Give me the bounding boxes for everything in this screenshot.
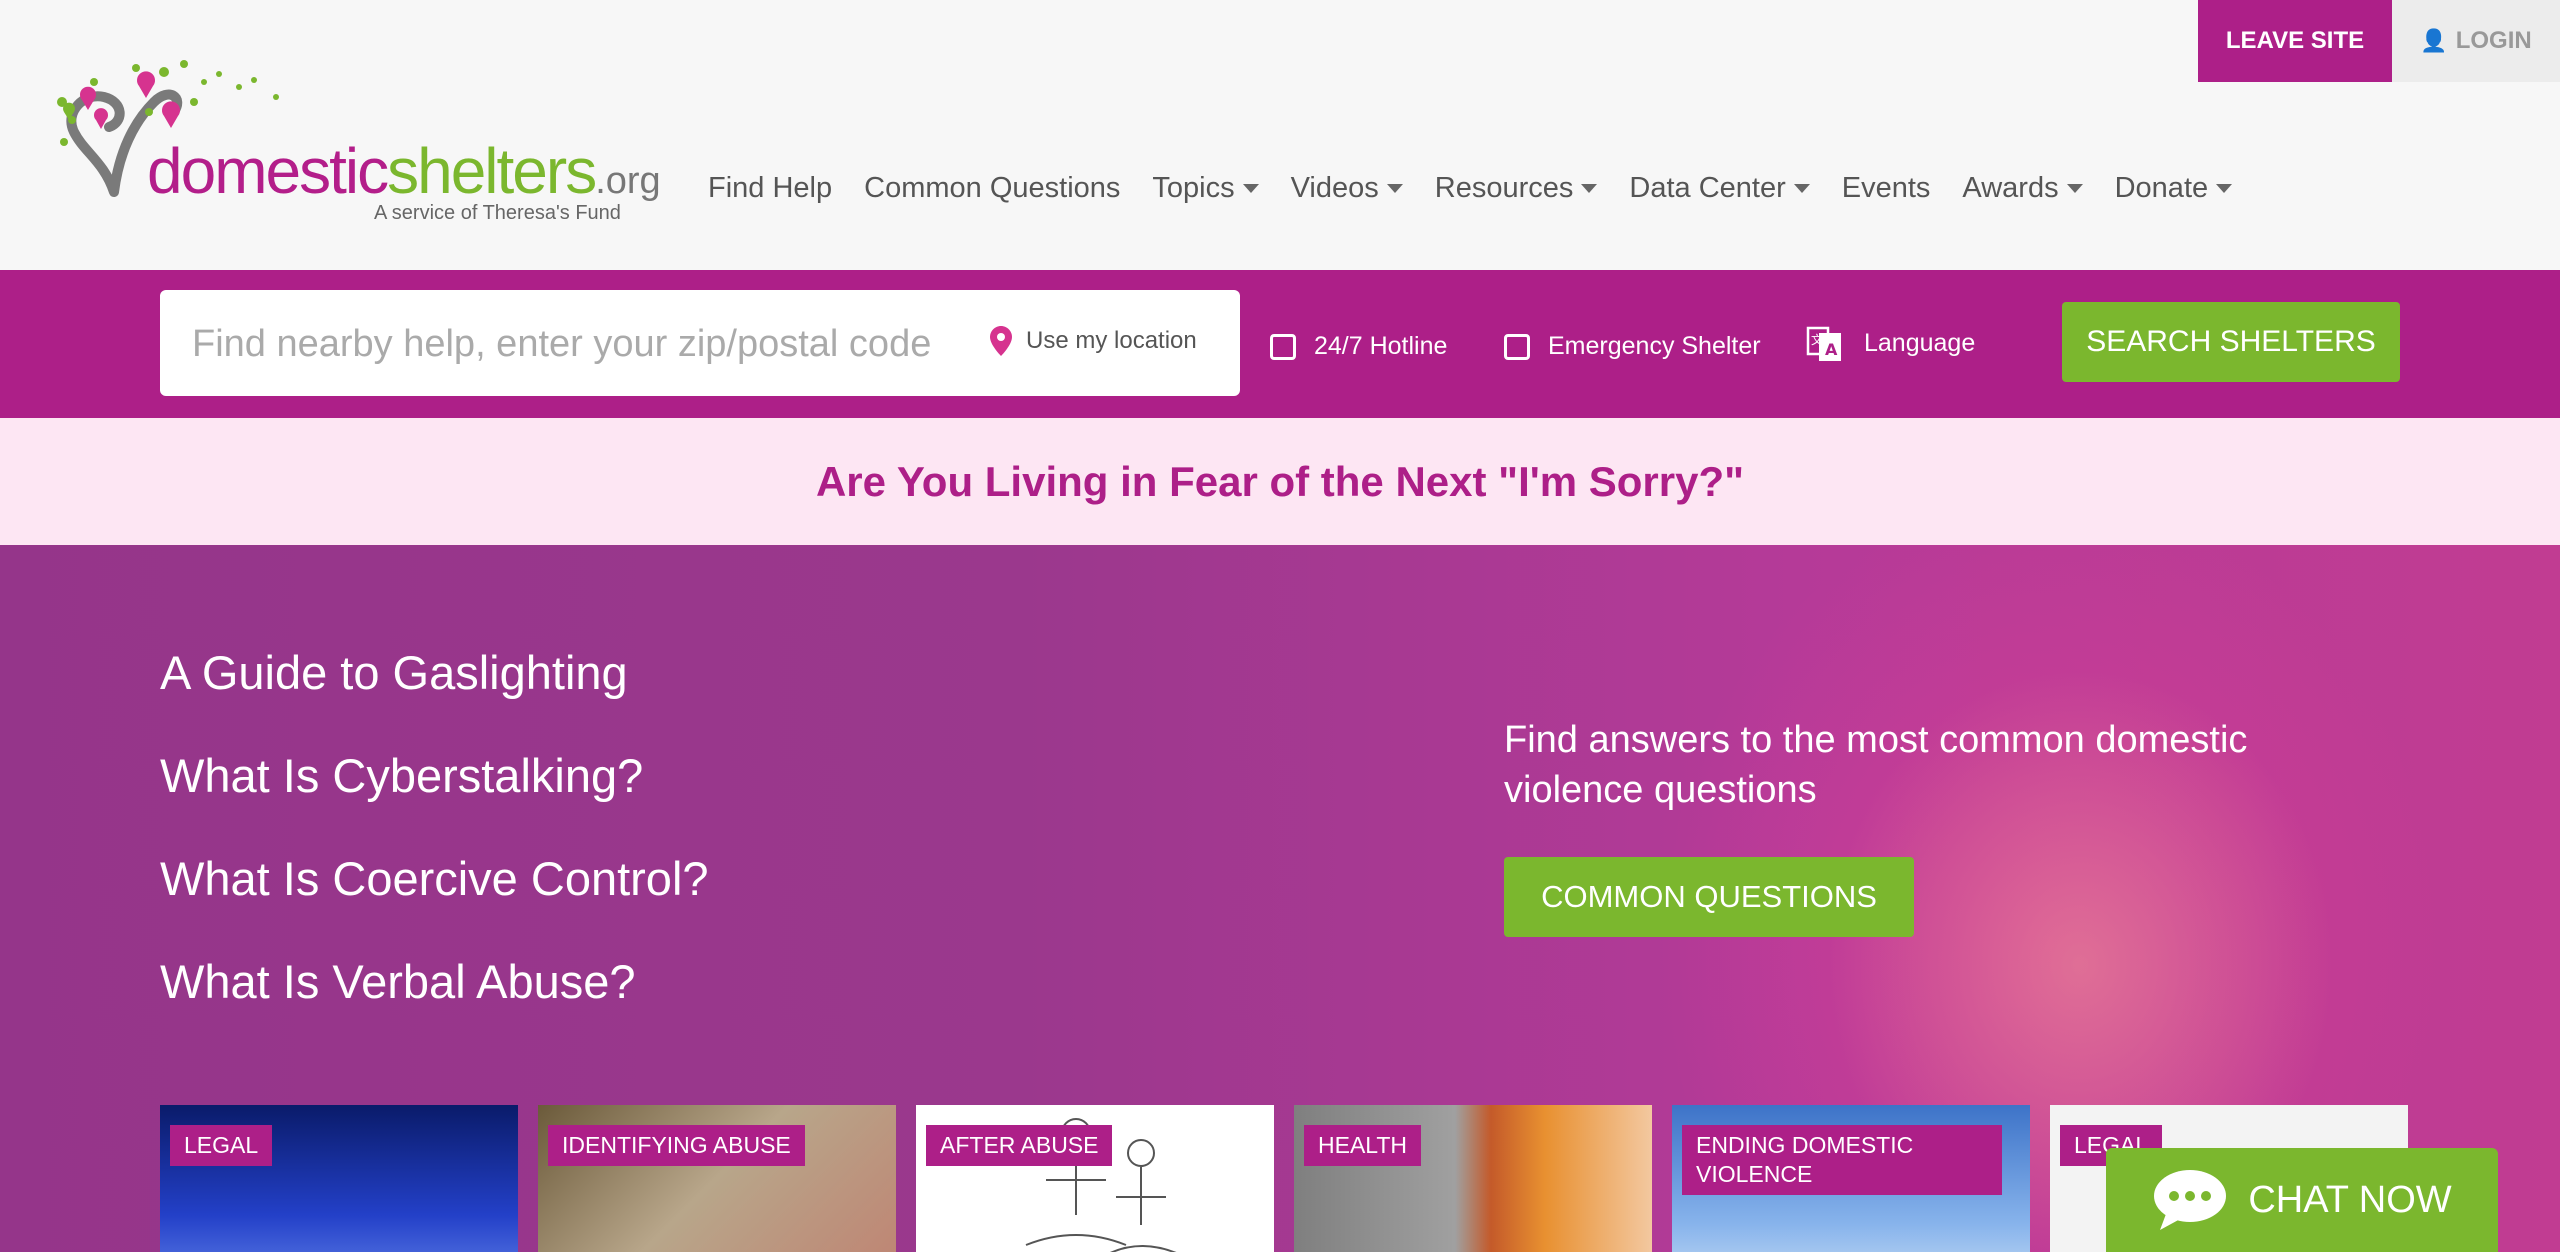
hero-article-links: A Guide to Gaslighting What Is Cyberstal…: [160, 645, 709, 1057]
topic-card[interactable]: ENDING DOMESTIC VIOLENCE: [1672, 1105, 2030, 1252]
logo-part-domestic: domestic: [147, 135, 389, 207]
card-tag: HEALTH: [1304, 1125, 1422, 1166]
nav-label: Data Center: [1629, 172, 1786, 204]
emergency-shelter-label: Emergency Shelter: [1548, 332, 1761, 360]
emergency-shelter-checkbox[interactable]: Emergency Shelter: [1504, 332, 1761, 361]
card-tag: AFTER ABUSE: [926, 1125, 1113, 1166]
search-bar: Use my location 24/7 Hotline Emergency S…: [0, 270, 2560, 418]
language-label: Language: [1864, 328, 1976, 357]
card-tag: ENDING DOMESTIC VIOLENCE: [1682, 1125, 2002, 1195]
logo-part-shelters: shelters: [387, 135, 597, 207]
hero-cta: Find answers to the most common domestic…: [1504, 715, 2264, 937]
nav-label: Resources: [1434, 172, 1574, 204]
nav-item-awards[interactable]: Awards: [1962, 172, 2083, 205]
translate-icon: A 文: [1806, 326, 1841, 361]
nav-item-events[interactable]: Events: [1842, 172, 1931, 205]
main-nav: Find Help Common Questions Topics Videos…: [708, 172, 2264, 205]
announcement-banner[interactable]: Are You Living in Fear of the Next "I'm …: [0, 418, 2560, 545]
nav-item-resources[interactable]: Resources: [1435, 172, 1598, 205]
svg-text:文: 文: [1811, 332, 1823, 347]
nav-item-common-questions[interactable]: Common Questions: [864, 172, 1120, 205]
search-shelters-button[interactable]: SEARCH SHELTERS: [2062, 302, 2400, 382]
caret-down-icon: [2066, 184, 2083, 193]
nav-label: Donate: [2114, 172, 2209, 204]
logo-tagline: A service of Theresa's Fund: [374, 202, 621, 224]
caret-down-icon: [1386, 184, 1403, 193]
topic-card[interactable]: IDENTIFYING ABUSE: [538, 1105, 896, 1252]
nav-label: Awards: [1962, 172, 2059, 204]
nav-label: Topics: [1152, 172, 1235, 204]
hero-link-verbal-abuse[interactable]: What Is Verbal Abuse?: [160, 954, 709, 1009]
chat-now-label: CHAT NOW: [2248, 1178, 2452, 1221]
site-logo[interactable]: domesticshelters.org A service of Theres…: [44, 42, 661, 232]
caret-down-icon: [1793, 184, 1810, 193]
topic-card[interactable]: HEALTH: [1294, 1105, 1652, 1252]
caret-down-icon: [2216, 184, 2233, 193]
nav-item-topics[interactable]: Topics: [1152, 172, 1259, 205]
hero-link-cyberstalking[interactable]: What Is Cyberstalking?: [160, 748, 709, 803]
hero-cta-text: Find answers to the most common domestic…: [1504, 719, 2248, 811]
caret-down-icon: [1242, 184, 1259, 193]
hotline-label: 24/7 Hotline: [1314, 332, 1448, 360]
login-label: LOGIN: [2455, 27, 2532, 54]
search-input[interactable]: [190, 314, 1000, 374]
nav-item-find-help[interactable]: Find Help: [708, 172, 832, 205]
common-questions-button[interactable]: COMMON QUESTIONS: [1504, 857, 1914, 937]
nav-label: Videos: [1290, 172, 1379, 204]
nav-item-data-center[interactable]: Data Center: [1629, 172, 1810, 205]
hotline-checkbox[interactable]: 24/7 Hotline: [1270, 332, 1447, 361]
chat-now-button[interactable]: CHAT NOW: [2106, 1148, 2498, 1252]
nav-label: Common Questions: [864, 172, 1121, 204]
login-button[interactable]: 👤 LOGIN: [2392, 0, 2560, 82]
user-icon: 👤: [2420, 28, 2448, 53]
card-tag: LEGAL: [170, 1125, 273, 1166]
use-location-label: Use my location: [1026, 327, 1197, 354]
card-tag: IDENTIFYING ABUSE: [548, 1125, 805, 1166]
banner-headline: Are You Living in Fear of the Next "I'm …: [815, 457, 1745, 505]
checkbox-icon: [1270, 333, 1296, 360]
map-pin-icon: [990, 326, 1012, 356]
leave-site-button[interactable]: LEAVE SITE: [2198, 0, 2392, 82]
hero-section: A Guide to Gaslighting What Is Cyberstal…: [0, 545, 2560, 1252]
logo-part-org: .org: [595, 160, 661, 202]
svg-text:A: A: [1825, 340, 1838, 359]
logo-wordmark: domesticshelters.org: [147, 134, 661, 208]
nav-label: Find Help: [708, 172, 833, 204]
search-box: Use my location: [160, 290, 1240, 396]
hero-link-coercive-control[interactable]: What Is Coercive Control?: [160, 851, 709, 906]
nav-item-donate[interactable]: Donate: [2115, 172, 2233, 205]
chat-bubble-icon: [2154, 1170, 2227, 1230]
hero-link-gaslighting[interactable]: A Guide to Gaslighting: [160, 645, 709, 700]
topic-cards: LEGAL IDENTIFYING ABUSE AFTER ABUSE HEAL…: [160, 1105, 2408, 1252]
use-location-button[interactable]: Use my location: [990, 326, 1197, 356]
topic-card[interactable]: AFTER ABUSE: [916, 1105, 1274, 1252]
top-buttons: LEAVE SITE 👤 LOGIN: [2198, 0, 2560, 82]
site-header: domesticshelters.org A service of Theres…: [0, 0, 2560, 270]
checkbox-icon: [1504, 333, 1530, 360]
language-selector[interactable]: A 文 Language: [1806, 324, 1975, 362]
nav-item-videos[interactable]: Videos: [1291, 172, 1403, 205]
nav-label: Events: [1841, 172, 1931, 204]
caret-down-icon: [1581, 184, 1598, 193]
topic-card[interactable]: LEGAL: [160, 1105, 518, 1252]
